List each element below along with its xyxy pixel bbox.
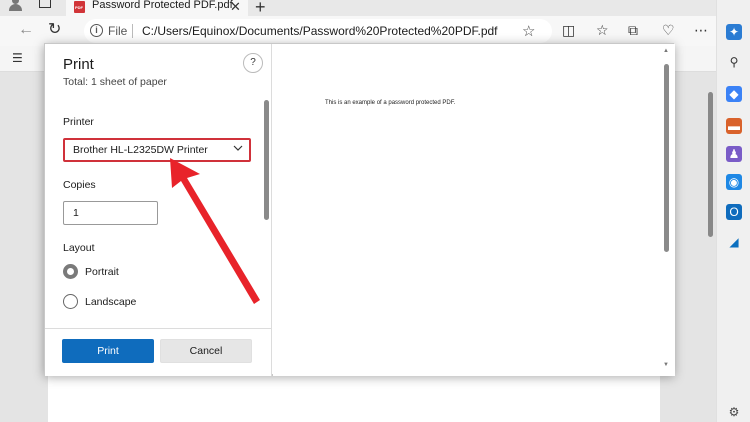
landscape-label: Landscape	[85, 296, 137, 308]
printer-select[interactable]: Brother HL-L2325DW Printer	[63, 138, 251, 162]
print-dialog: Print Total: 1 sheet of paper ? Printer …	[44, 43, 675, 376]
browser-toolbar: ← ↻ i File C:/Users/Equinox/Documents/Pa…	[0, 16, 716, 46]
shopping-tag-icon[interactable]: ◆	[726, 86, 742, 102]
help-button[interactable]: ?	[243, 53, 263, 73]
favorites-icon[interactable]: ☆	[596, 22, 609, 38]
printer-label: Printer	[63, 116, 94, 128]
tab-strip: Password Protected PDF.pdf ✕ +	[0, 0, 716, 17]
collections-icon[interactable]: ⧉	[628, 22, 638, 38]
printer-value: Brother HL-L2325DW Printer	[73, 144, 208, 156]
print-preview: This is an example of a password protect…	[273, 44, 675, 376]
refresh-icon[interactable]: ↻	[48, 22, 61, 38]
favorite-star-icon[interactable]: ☆	[522, 22, 535, 40]
portrait-radio[interactable]	[63, 264, 78, 279]
more-menu-icon[interactable]: ⋯	[694, 22, 708, 38]
chevron-down-icon	[233, 145, 243, 151]
portrait-label: Portrait	[85, 266, 119, 278]
search-icon[interactable]: ⚲	[726, 54, 742, 70]
edge-sidebar: ✦ ⚲ ◆ ▬ ♟ ◉ O ◢ ⚙	[716, 0, 750, 422]
viewer-scrollbar[interactable]	[708, 92, 713, 237]
preview-page-text: This is an example of a password protect…	[325, 100, 456, 106]
tools-icon[interactable]: ▬	[726, 118, 742, 134]
copies-label: Copies	[63, 179, 96, 191]
address-bar[interactable]: i File C:/Users/Equinox/Documents/Passwo…	[84, 19, 552, 43]
layout-label: Layout	[63, 242, 95, 254]
divider	[132, 24, 133, 38]
tab-actions-icon[interactable]	[39, 0, 51, 8]
browser-essentials-icon[interactable]: ♡	[662, 22, 675, 38]
drop-icon[interactable]: ◢	[726, 234, 742, 250]
copilot-icon[interactable]: ✦	[726, 24, 742, 40]
copies-value: 1	[73, 207, 79, 219]
preview-scrollbar[interactable]	[664, 64, 669, 252]
back-icon[interactable]: ←	[18, 22, 34, 38]
scheme-label: File	[108, 24, 128, 38]
settings-scrollbar[interactable]	[264, 100, 269, 220]
tab-close-button[interactable]: ✕	[230, 0, 241, 15]
pdf-file-icon	[74, 1, 85, 13]
info-icon[interactable]: i	[90, 24, 103, 37]
dialog-title: Print	[63, 56, 94, 73]
contents-icon[interactable]: ☰	[12, 51, 23, 65]
cancel-button[interactable]: Cancel	[160, 339, 252, 363]
microsoft-365-icon[interactable]: ◉	[726, 174, 742, 190]
profile-icon[interactable]	[8, 0, 22, 11]
settings-gear-icon[interactable]: ⚙	[726, 404, 742, 420]
dialog-footer: Print Cancel	[45, 328, 271, 376]
print-button[interactable]: Print	[62, 339, 154, 363]
tab-active[interactable]: Password Protected PDF.pdf ✕	[66, 0, 248, 16]
scroll-up-icon[interactable]: ▲	[663, 48, 669, 54]
url-text[interactable]: C:/Users/Equinox/Documents/Password%20Pr…	[142, 24, 498, 38]
landscape-radio[interactable]	[63, 294, 78, 309]
sheet-count: Total: 1 sheet of paper	[63, 76, 167, 88]
outlook-icon[interactable]: O	[726, 204, 742, 220]
tab-title: Password Protected PDF.pdf	[92, 0, 233, 11]
scroll-down-icon[interactable]: ▼	[663, 362, 669, 368]
split-screen-icon[interactable]: ◫	[562, 22, 575, 38]
copies-input[interactable]: 1	[63, 201, 158, 225]
print-settings-panel: Print Total: 1 sheet of paper ? Printer …	[45, 44, 272, 376]
games-icon[interactable]: ♟	[726, 146, 742, 162]
